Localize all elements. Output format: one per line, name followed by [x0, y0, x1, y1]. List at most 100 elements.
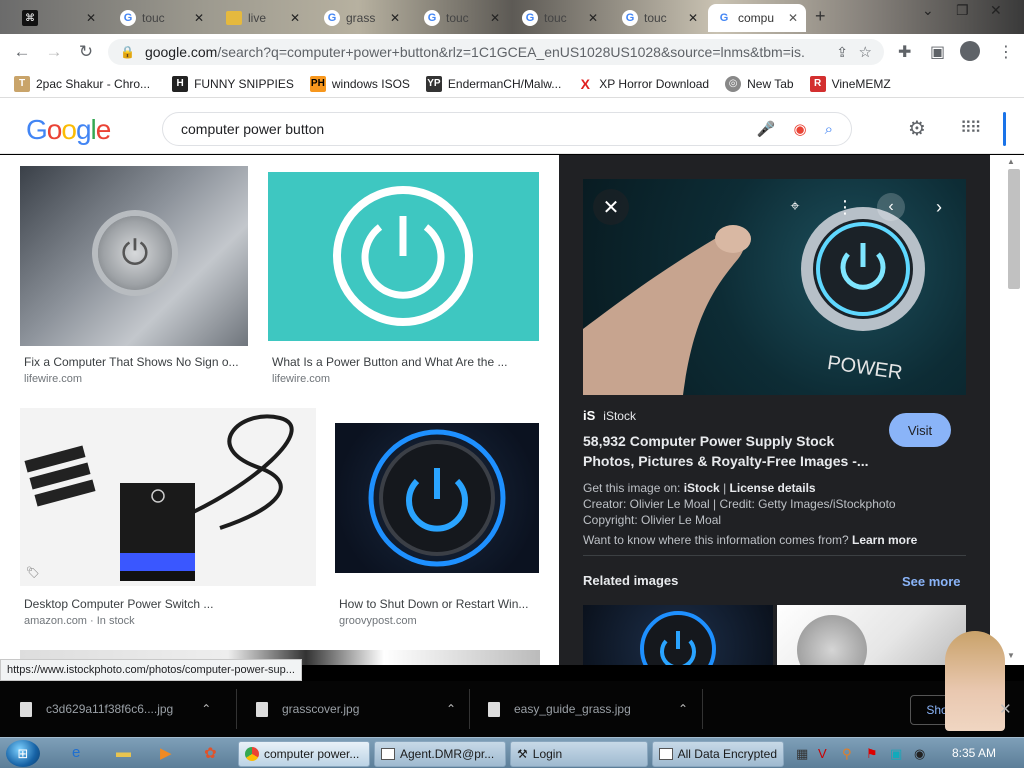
new-tab-button[interactable]: + [815, 6, 826, 27]
share-icon[interactable]: ⇪ [836, 44, 848, 61]
tray-icon[interactable]: ▣ [890, 746, 902, 762]
task-all-data-encrypted[interactable]: All Data Encrypted [652, 741, 784, 767]
back-arrow-icon[interactable]: ← [8, 42, 36, 62]
related-image[interactable] [583, 605, 773, 665]
preview-image[interactable]: POWER ✕ ⌖ ⋮ ‹ › [583, 179, 966, 395]
bookmark-funny-snippies[interactable]: H FUNNY SNIPPIES [172, 75, 294, 92]
close-tab-icon[interactable]: ✕ [688, 11, 698, 25]
scroll-up-arrow-icon[interactable]: ▲ [1007, 157, 1015, 166]
bookmark-xp-horror[interactable]: X XP Horror Download [577, 76, 710, 92]
preview-title[interactable]: 58,932 Computer Power Supply Stock Photo… [583, 431, 883, 471]
close-tab-icon[interactable]: ✕ [588, 11, 598, 25]
tab-search-icon[interactable]: ⌄ [922, 2, 934, 19]
task-agent-dmr[interactable]: Agent.DMR@pr... [374, 741, 506, 767]
tray-icon[interactable]: V [818, 746, 827, 761]
search-icon[interactable]: ⌕ [825, 121, 833, 138]
copyright-text: Copyright: Olivier Le Moal [583, 513, 722, 527]
microphone-icon[interactable]: 🎤 [757, 120, 776, 138]
bookmark-star-icon[interactable]: ☆ [859, 43, 872, 61]
bookmark-vinememz[interactable]: R VineMEMZ [809, 75, 891, 92]
lens-camera-icon[interactable]: ◉ [794, 120, 807, 138]
close-window-button[interactable]: ✕ [990, 2, 1002, 19]
restore-window-button[interactable]: ❐ [956, 2, 969, 19]
start-button[interactable]: ⊞ [6, 740, 40, 767]
get-image-site-link[interactable]: iStock [684, 481, 720, 495]
result-thumbnail[interactable] [335, 423, 539, 573]
close-tab-icon[interactable]: ✕ [194, 11, 204, 25]
scrollbar-thumb[interactable] [1008, 169, 1020, 289]
license-details-link[interactable]: License details [730, 481, 816, 495]
chevron-up-icon[interactable]: ⌃ [201, 702, 211, 716]
bookmark-endermanch[interactable]: YP EndermanCH/Malw... [425, 75, 561, 92]
more-options-icon[interactable]: ⋮ [831, 193, 859, 221]
next-image-icon[interactable]: › [925, 193, 953, 221]
tab-compu-active[interactable]: G compu ✕ [708, 4, 806, 32]
chevron-up-icon[interactable]: ⌃ [678, 702, 688, 716]
tab-touc-2[interactable]: G touc ✕ [416, 4, 508, 32]
search-query[interactable]: computer power button [181, 121, 757, 137]
close-tab-icon[interactable]: ✕ [788, 11, 798, 25]
close-preview-icon[interactable]: ✕ [593, 189, 629, 225]
gear-icon[interactable]: ⚙ [908, 116, 926, 141]
result-caption[interactable]: Desktop Computer Power Switch ... [24, 597, 314, 611]
learn-more-link[interactable]: Learn more [852, 533, 917, 547]
apps-grid-icon[interactable]: ⠿⠿ [960, 118, 981, 138]
chevron-up-icon[interactable]: ⌃ [446, 702, 456, 716]
download-item[interactable]: easy_guide_grass.jpg ⌃ [488, 695, 688, 723]
result-caption[interactable]: How to Shut Down or Restart Win... [339, 597, 535, 611]
google-logo[interactable]: Google [26, 114, 111, 146]
related-image[interactable] [777, 605, 966, 665]
address-bar[interactable]: 🔒 google.com/search?q=computer+power+but… [108, 39, 884, 65]
previous-image-icon[interactable]: ‹ [877, 193, 905, 221]
tab-touc-1[interactable]: G touc ✕ [112, 4, 212, 32]
download-item[interactable]: grasscover.jpg ⌃ [256, 695, 456, 723]
address-url[interactable]: google.com/search?q=computer+power+butto… [145, 44, 805, 60]
result-thumbnail[interactable]: ⏻ [20, 166, 248, 346]
tab-touc-3[interactable]: G touc ✕ [514, 4, 606, 32]
lens-search-icon[interactable]: ⌖ [781, 193, 809, 221]
internet-explorer-icon[interactable]: e [72, 744, 80, 761]
forward-arrow-icon[interactable]: → [40, 42, 68, 62]
result-caption[interactable]: Fix a Computer That Shows No Sign o... [24, 355, 242, 369]
bookmark-windows-isos[interactable]: PH windows ISOS [309, 75, 410, 92]
tab-grass[interactable]: G grass ✕ [316, 4, 408, 32]
bookmark-favicon-icon: ◎ [725, 75, 742, 92]
result-thumbnail[interactable] [268, 172, 539, 341]
task-chrome[interactable]: computer power... [238, 741, 370, 767]
extensions-puzzle-icon[interactable]: ✚ [898, 42, 911, 62]
lock-icon[interactable]: 🔒 [120, 45, 135, 59]
close-shelf-icon[interactable]: ✕ [999, 700, 1012, 718]
scroll-down-arrow-icon[interactable]: ▼ [1007, 651, 1015, 660]
see-more-link[interactable]: See more [902, 574, 961, 589]
preview-source[interactable]: iS iStock [583, 408, 636, 423]
tab-live[interactable]: live ✕ [218, 4, 308, 32]
app-icon[interactable]: ✿ [204, 744, 217, 762]
bookmark-2pac[interactable]: T 2pac Shakur - Chro... [14, 75, 150, 92]
explorer-folder-icon[interactable]: ▬ [116, 744, 131, 761]
visit-button[interactable]: Visit [889, 413, 951, 447]
system-clock[interactable]: 8:35 AM [952, 746, 996, 760]
login-icon: ⚒ [517, 747, 528, 761]
close-tab-icon[interactable]: ✕ [290, 11, 300, 25]
kebab-menu-icon[interactable]: ⋮ [998, 42, 1014, 62]
close-tab-icon[interactable]: ✕ [490, 11, 500, 25]
close-tab-icon[interactable]: ✕ [86, 11, 96, 25]
tab-touc-4[interactable]: G touc ✕ [614, 4, 706, 32]
close-tab-icon[interactable]: ✕ [390, 11, 400, 25]
result-caption[interactable]: What Is a Power Button and What Are the … [272, 355, 532, 369]
media-player-icon[interactable]: ▶ [160, 744, 172, 762]
download-item[interactable]: c3d629a11f38f6c6....jpg ⌃ [20, 695, 211, 723]
page-scrollbar[interactable]: ▲ ▼ [990, 155, 1024, 665]
tray-flag-icon[interactable]: ⚑ [866, 746, 878, 762]
profile-avatar[interactable] [960, 41, 980, 61]
reload-icon[interactable]: ↻ [72, 42, 100, 62]
side-panel-icon[interactable]: ▣ [930, 42, 945, 62]
volume-icon[interactable]: ◉ [914, 746, 925, 762]
search-input[interactable]: computer power button 🎤 ◉ ⌕ [162, 112, 852, 146]
tray-icon[interactable]: ▦ [796, 746, 808, 762]
bookmark-new-tab[interactable]: ◎ New Tab [725, 75, 794, 92]
result-thumbnail[interactable]: 🏷 [20, 408, 316, 586]
tray-icon[interactable]: ⚲ [842, 746, 852, 762]
task-login[interactable]: ⚒ Login [510, 741, 648, 767]
tab-capcut[interactable]: ⌘ ✕ [14, 4, 104, 32]
